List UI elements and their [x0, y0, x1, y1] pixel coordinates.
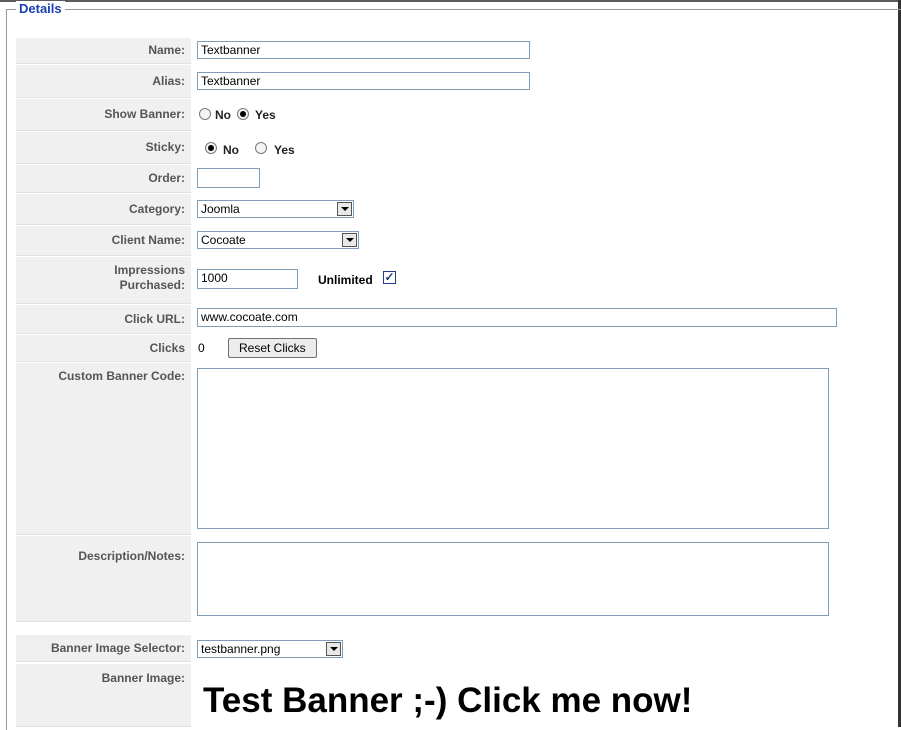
name-input[interactable]: Textbanner — [197, 41, 530, 59]
client-name-value: Cocoate — [201, 233, 246, 247]
unlimited-label: Unlimited — [318, 273, 373, 287]
sticky-label: Sticky: — [16, 132, 191, 164]
order-input[interactable] — [197, 168, 260, 188]
click-url-input[interactable]: www.cocoate.com — [197, 308, 837, 327]
client-name-select[interactable]: Cocoate — [197, 231, 359, 249]
banner-image-label: Banner Image: — [16, 664, 191, 727]
alias-label: Alias: — [16, 65, 191, 98]
category-value: Joomla — [201, 202, 240, 216]
banner-image-value: testbanner.png — [201, 642, 281, 656]
impressions-label: Impressions Purchased: — [16, 257, 191, 304]
chevron-down-icon[interactable] — [342, 233, 357, 247]
category-label: Category: — [16, 194, 191, 225]
show-banner-yes-label: Yes — [255, 108, 276, 122]
unlimited-checkbox[interactable]: ✓ — [383, 271, 396, 284]
show-banner-no-radio[interactable] — [199, 108, 211, 120]
description-label: Description/Notes: — [16, 536, 191, 622]
reset-clicks-button[interactable]: Reset Clicks — [228, 338, 317, 358]
window-top-edge — [0, 0, 901, 2]
click-url-label: Click URL: — [16, 305, 191, 334]
description-textarea[interactable] — [197, 542, 829, 616]
name-label: Name: — [16, 38, 191, 64]
chevron-down-icon[interactable] — [337, 202, 352, 216]
sticky-yes-label: Yes — [274, 143, 295, 157]
banner-image-select[interactable]: testbanner.png — [197, 640, 343, 658]
impressions-input[interactable]: 1000 — [197, 269, 298, 289]
custom-banner-code-label: Custom Banner Code: — [16, 363, 191, 535]
alias-input[interactable]: Textbanner — [197, 72, 530, 90]
clicks-count: 0 — [198, 341, 205, 355]
sticky-yes-radio[interactable] — [255, 142, 267, 154]
banner-image-selector-label: Banner Image Selector: — [16, 635, 191, 662]
chevron-down-icon[interactable] — [326, 642, 341, 656]
show-banner-label: Show Banner: — [16, 99, 191, 131]
category-select[interactable]: Joomla — [197, 200, 354, 218]
custom-banner-code-textarea[interactable] — [197, 368, 829, 529]
sticky-no-label: No — [223, 143, 239, 157]
clicks-label: Clicks — [16, 335, 191, 362]
banner-image-preview: Test Banner ;-) Click me now! — [203, 681, 693, 720]
order-label: Order: — [16, 165, 191, 193]
fieldset-legend: Details — [16, 1, 65, 17]
show-banner-yes-radio[interactable] — [237, 108, 249, 120]
show-banner-no-label: No — [215, 108, 231, 122]
sticky-no-radio[interactable] — [205, 142, 217, 154]
client-name-label: Client Name: — [16, 226, 191, 256]
